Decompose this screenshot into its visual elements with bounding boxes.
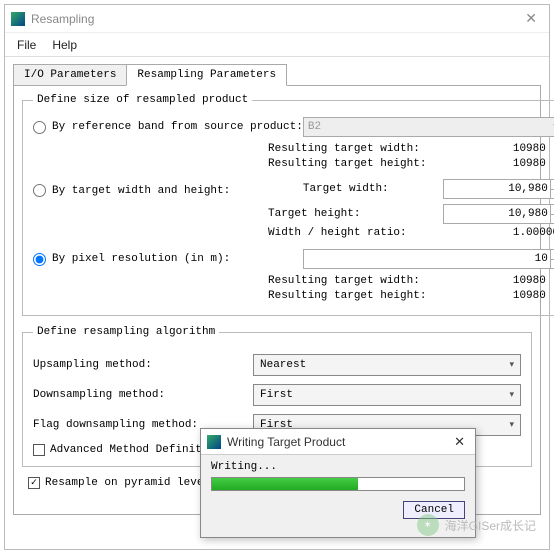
chevron-down-icon: ▾ [509, 360, 514, 370]
by-reference-label: By reference band from source product: [52, 121, 303, 133]
pixel-resolution-value: 10 [535, 253, 548, 265]
upsampling-value: Nearest [260, 359, 306, 371]
progress-bar [211, 477, 465, 491]
ratio-label: Width / height ratio: [268, 227, 513, 239]
pixel-resolution-field[interactable]: 10 ▲▼ [303, 249, 554, 269]
size-legend: Define size of resampled product [33, 94, 252, 106]
watermark-text: 海洋GISer成长记 [445, 517, 536, 534]
tab-resampling-parameters[interactable]: Resampling Parameters [126, 64, 287, 86]
menu-help[interactable]: Help [44, 35, 85, 55]
spinner-icon[interactable]: ▲▼ [550, 250, 554, 268]
downsampling-combo[interactable]: First ▾ [253, 384, 521, 406]
size-group: Define size of resampled product By refe… [22, 94, 554, 316]
res2-width-value: 10980 [513, 275, 554, 287]
dialog-icon [207, 435, 221, 449]
upsampling-label: Upsampling method: [33, 359, 253, 371]
res2-height-value: 10980 [513, 290, 554, 302]
dialog-title: Writing Target Product [227, 435, 450, 449]
by-wh-label: By target width and height: [52, 185, 230, 197]
upsampling-combo[interactable]: Nearest ▾ [253, 354, 521, 376]
target-height-value: 10,980 [508, 208, 548, 220]
res-width-label: Resulting target width: [268, 143, 513, 155]
spinner-icon[interactable]: ▲▼ [550, 205, 554, 223]
res-height-value: 10980 [513, 158, 554, 170]
menu-file[interactable]: File [9, 35, 44, 55]
dialog-message: Writing... [211, 461, 465, 473]
target-height-label: Target height: [268, 208, 443, 220]
target-width-label: Target width: [303, 183, 443, 195]
spinner-icon[interactable]: ▲▼ [550, 180, 554, 198]
radio-by-pixel[interactable] [33, 253, 46, 266]
target-width-field[interactable]: 10,980 ▲▼ [443, 179, 554, 199]
tab-strip: I/O Parameters Resampling Parameters [13, 63, 541, 85]
res-width-value: 10980 [513, 143, 554, 155]
downsampling-value: First [260, 389, 293, 401]
downsampling-label: Downsampling method: [33, 389, 253, 401]
advanced-label: Advanced Method Definit [50, 444, 202, 456]
tab-io-parameters[interactable]: I/O Parameters [13, 64, 127, 86]
chevron-down-icon: ▾ [509, 420, 514, 430]
radio-by-reference[interactable] [33, 121, 46, 134]
dialog-titlebar[interactable]: Writing Target Product ✕ [201, 429, 475, 455]
titlebar[interactable]: Resampling ✕ [5, 5, 549, 33]
menubar: File Help [5, 33, 549, 57]
progress-fill [212, 478, 358, 490]
ratio-value: 1.00000 [513, 227, 554, 239]
pyramid-checkbox[interactable]: ✓ [28, 477, 40, 489]
close-icon[interactable]: ✕ [519, 10, 543, 27]
close-icon[interactable]: ✕ [450, 434, 469, 450]
res2-width-label: Resulting target width: [268, 275, 513, 287]
app-icon [11, 12, 25, 26]
reference-band-combo[interactable]: B2 ▾ [303, 117, 554, 137]
res-height-label: Resulting target height: [268, 158, 513, 170]
watermark: ✶ 海洋GISer成长记 [417, 514, 536, 536]
wechat-icon: ✶ [417, 514, 439, 536]
pyramid-label: Resample on pyramid leve [45, 477, 203, 489]
advanced-checkbox[interactable] [33, 444, 45, 456]
res2-height-label: Resulting target height: [268, 290, 513, 302]
chevron-down-icon: ▾ [509, 390, 514, 400]
radio-by-wh[interactable] [33, 184, 46, 197]
window-title: Resampling [31, 12, 519, 26]
reference-band-value: B2 [308, 121, 321, 133]
target-width-value: 10,980 [508, 183, 548, 195]
algo-legend: Define resampling algorithm [33, 326, 219, 338]
by-pixel-label: By pixel resolution (in m): [52, 253, 230, 265]
target-height-field[interactable]: 10,980 ▲▼ [443, 204, 554, 224]
